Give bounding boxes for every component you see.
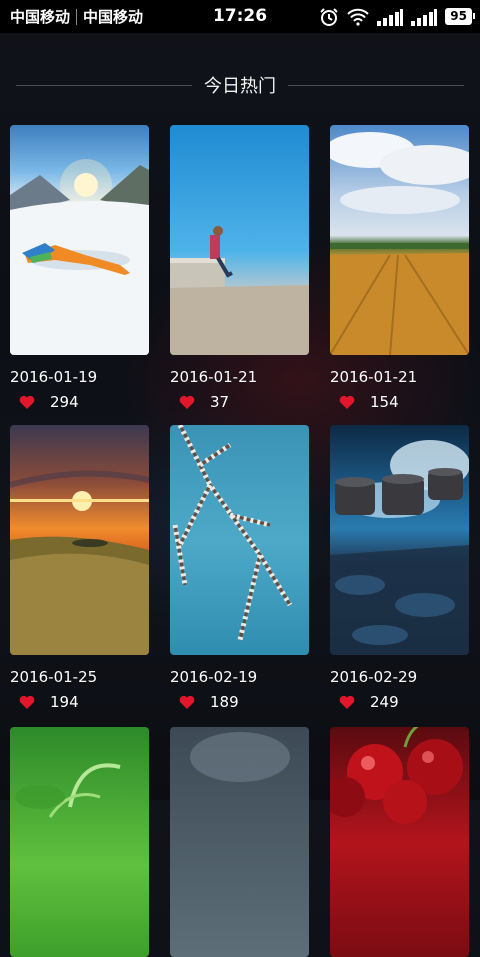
status-bar: 中国移动 中国移动 17:26 95: [0, 0, 480, 33]
wifi-icon: [347, 8, 370, 26]
sunset-hill-image: [10, 470, 149, 655]
header-divider-left: [16, 84, 192, 86]
heart-icon[interactable]: [179, 395, 195, 409]
wave-posts-image: [330, 440, 469, 655]
wallpaper-card[interactable]: 2016-01-19 294: [10, 125, 150, 411]
grey-texture-image: [190, 732, 290, 782]
likes-value: 189: [210, 693, 239, 711]
signal-icon: [377, 8, 404, 26]
wheat-field-image: [330, 132, 469, 355]
header-divider-right: [288, 84, 464, 86]
frosted-branch-image: [172, 425, 293, 641]
wallpaper-thumbnail[interactable]: [330, 727, 469, 957]
wallpaper-thumbnail[interactable]: [330, 425, 469, 655]
likes-count[interactable]: 249: [339, 693, 399, 711]
likes-value: 37: [210, 393, 230, 411]
likes-count[interactable]: 154: [339, 393, 399, 411]
wallpaper-thumbnail[interactable]: [330, 125, 469, 355]
likes-count[interactable]: 37: [179, 393, 229, 411]
likes-value: 194: [50, 693, 79, 711]
wallpaper-thumbnail[interactable]: [170, 425, 309, 655]
heart-icon[interactable]: [339, 695, 355, 709]
carrier-divider: [76, 8, 78, 25]
wallpaper-thumbnail[interactable]: [170, 727, 309, 957]
wallpaper-thumbnail[interactable]: [10, 727, 149, 957]
likes-count[interactable]: 189: [179, 693, 239, 711]
signal-icon: [411, 8, 438, 26]
battery-icon: 95: [445, 8, 475, 25]
wallpaper-date: 2016-01-21: [170, 368, 258, 386]
cherries-image: [330, 727, 463, 824]
section-title: 今日热门: [204, 76, 276, 97]
heart-icon[interactable]: [179, 695, 195, 709]
wallpaper-card[interactable]: 2016-01-25 194: [10, 425, 150, 711]
wallpaper-card[interactable]: [170, 727, 310, 957]
likes-count[interactable]: 194: [19, 693, 79, 711]
carrier-info: 中国移动 中国移动: [10, 0, 143, 33]
section-header: 今日热门: [16, 70, 464, 100]
wallpaper-card[interactable]: 2016-01-21 37: [170, 125, 310, 411]
green-plant-image: [15, 763, 121, 818]
likes-value: 249: [370, 693, 399, 711]
carrier-2-label: 中国移动: [83, 8, 144, 26]
alarm-icon: [320, 7, 339, 26]
wallpaper-card[interactable]: 2016-02-19 189: [170, 425, 310, 711]
wallpaper-thumbnail[interactable]: [10, 425, 149, 655]
wallpaper-card[interactable]: 2016-02-29 249: [330, 425, 470, 711]
wallpaper-date: 2016-02-19: [170, 668, 258, 686]
carrier-1-label: 中国移动: [10, 8, 71, 26]
status-icons: 95: [319, 0, 475, 33]
wallpaper-card[interactable]: 2016-01-21 154: [330, 125, 470, 411]
wallpaper-card[interactable]: [10, 727, 150, 957]
wallpaper-date: 2016-01-25: [10, 668, 98, 686]
snow-scene-image: [10, 159, 149, 355]
heart-icon[interactable]: [19, 395, 35, 409]
wallpaper-thumbnail[interactable]: [10, 125, 149, 355]
heart-icon[interactable]: [339, 395, 355, 409]
wallpaper-card[interactable]: [330, 727, 470, 957]
likes-value: 294: [50, 393, 79, 411]
likes-value: 154: [370, 393, 399, 411]
wallpaper-date: 2016-02-29: [330, 668, 418, 686]
heart-icon[interactable]: [19, 695, 35, 709]
seawall-scene-image: [170, 226, 309, 355]
wallpaper-date: 2016-01-21: [330, 368, 418, 386]
wallpaper-date: 2016-01-19: [10, 368, 98, 386]
wallpaper-thumbnail[interactable]: [170, 125, 309, 355]
likes-count[interactable]: 294: [19, 393, 79, 411]
